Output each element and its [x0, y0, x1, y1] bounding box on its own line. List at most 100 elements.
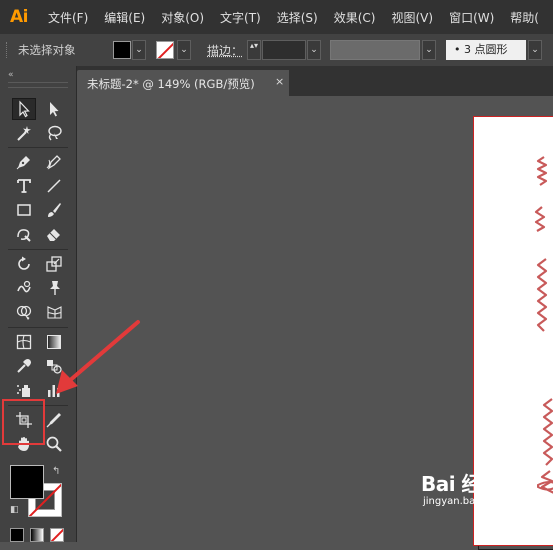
zigzag-stroke: [536, 156, 548, 186]
menu-object[interactable]: 对象(O): [153, 9, 212, 26]
tool-separator: [8, 147, 68, 148]
menu-type[interactable]: 文字(T): [212, 9, 269, 26]
paintbrush-tool[interactable]: [42, 199, 66, 221]
menu-bar: Ai 文件(F) 编辑(E) 对象(O) 文字(T) 选择(S) 效果(C) 视…: [0, 0, 553, 34]
stroke-weight-field[interactable]: [262, 40, 306, 60]
pushpin-icon: [50, 281, 60, 295]
rectangle-icon: [17, 204, 31, 216]
stroke-swatch[interactable]: [156, 41, 174, 59]
canvas-area[interactable]: Bai 经验 jingyan.baidu.com: [77, 96, 553, 550]
type-tool[interactable]: [12, 175, 36, 197]
panel-grip[interactable]: [6, 42, 9, 58]
warp-tool[interactable]: [12, 277, 36, 299]
watermark-url: jingyan.baidu.com: [423, 496, 516, 507]
menu-help[interactable]: 帮助(: [502, 9, 547, 26]
zoom-tool[interactable]: [42, 433, 66, 455]
scale-icon: [46, 256, 62, 272]
tool-separator: [8, 249, 68, 250]
selection-status: 未选择对象: [18, 43, 76, 57]
selection-arrow-icon: [19, 100, 30, 118]
shape-builder-tool[interactable]: [12, 301, 36, 323]
watermark-main: Bai 经验: [421, 472, 501, 496]
control-bar: 未选择对象 ⌄ ⌄ 描边： ▴▾ ⌄ ⌄ • 3 点圆形 ⌄: [0, 34, 553, 67]
slice-tool[interactable]: [42, 409, 66, 431]
eraser-icon: [47, 229, 60, 241]
stroke-weight-dropdown[interactable]: ⌄: [307, 40, 321, 60]
profile-dropdown[interactable]: ⌄: [422, 40, 436, 60]
menu-window[interactable]: 窗口(W): [441, 9, 502, 26]
line-segment-tool[interactable]: [42, 175, 66, 197]
none-mode-button[interactable]: [50, 528, 64, 542]
gradient-icon: [47, 335, 61, 349]
zigzag-stroke: [534, 206, 546, 232]
document-tab-bar: 未标题-2* @ 149% (RGB/预览) ×: [77, 66, 553, 96]
default-fill-stroke-icon[interactable]: ◧: [10, 505, 19, 515]
symbol-sprayer-tool[interactable]: [12, 379, 36, 401]
tools-panel: « ↰ ◧: [0, 66, 77, 542]
eyedropper-tool[interactable]: [12, 355, 36, 377]
mesh-icon: [16, 334, 32, 350]
menu-file[interactable]: 文件(F): [40, 9, 96, 26]
fill-dropdown[interactable]: ⌄: [132, 40, 146, 60]
color-mode-button[interactable]: [10, 528, 24, 542]
brush-definition[interactable]: • 3 点圆形: [446, 40, 526, 60]
magic-wand-tool[interactable]: [12, 122, 36, 144]
variable-width-profile[interactable]: [330, 40, 420, 60]
symbol-sprayer-icon: [17, 385, 30, 397]
tool-separator: [8, 327, 68, 328]
close-icon[interactable]: ×: [275, 75, 284, 88]
slice-knife-icon: [46, 413, 61, 428]
menu-edit[interactable]: 编辑(E): [96, 9, 153, 26]
pen-icon: [16, 156, 30, 170]
menu-effect[interactable]: 效果(C): [326, 9, 384, 26]
column-graph-icon: [48, 385, 60, 397]
shape-builder-icon: [16, 305, 32, 320]
brush-dropdown[interactable]: ⌄: [528, 40, 542, 60]
shaper-icon: [17, 229, 31, 242]
warp-icon: [17, 280, 31, 293]
mesh-tool[interactable]: [12, 331, 36, 353]
line-icon: [47, 179, 61, 193]
watermark: Bai 经验 jingyan.baidu.com: [421, 468, 515, 507]
scale-tool[interactable]: [42, 253, 66, 275]
eyedropper-icon: [17, 359, 31, 373]
column-graph-tool[interactable]: [42, 379, 66, 401]
pen-tool[interactable]: [12, 151, 36, 173]
paintbrush-icon: [48, 203, 61, 217]
app-logo: Ai: [10, 7, 28, 27]
direct-selection-arrow-icon: [50, 102, 59, 117]
blend-icon: [47, 360, 62, 374]
stroke-weight-spinner[interactable]: ▴▾: [247, 40, 261, 60]
lasso-icon: [48, 125, 62, 141]
stroke-label[interactable]: 描边：: [207, 42, 243, 59]
blend-tool[interactable]: [42, 355, 66, 377]
lasso-tool[interactable]: [42, 122, 66, 144]
panel-grip[interactable]: [8, 82, 68, 88]
puppet-warp-tool[interactable]: [42, 277, 66, 299]
gradient-mode-button[interactable]: [30, 528, 44, 542]
direct-selection-tool[interactable]: [42, 98, 66, 120]
zigzag-stroke: [542, 398, 553, 466]
selection-tool[interactable]: [12, 98, 36, 120]
magic-wand-icon: [17, 126, 31, 141]
swap-fill-stroke-icon[interactable]: ↰: [52, 466, 60, 477]
curvature-tool[interactable]: [42, 151, 66, 173]
gradient-tool[interactable]: [42, 331, 66, 353]
stroke-dropdown[interactable]: ⌄: [177, 40, 191, 60]
fill-color-box[interactable]: [10, 465, 44, 499]
menu-view[interactable]: 视图(V): [383, 9, 441, 26]
curvature-pen-icon: [46, 155, 61, 170]
zigzag-stroke: [536, 258, 548, 332]
rotate-tool[interactable]: [12, 253, 36, 275]
fill-swatch[interactable]: [113, 41, 131, 59]
perspective-grid-tool[interactable]: [42, 301, 66, 323]
type-icon: [17, 179, 31, 193]
document-tab[interactable]: 未标题-2* @ 149% (RGB/预览) ×: [77, 70, 289, 96]
menu-select[interactable]: 选择(S): [269, 9, 326, 26]
collapse-icon[interactable]: «: [8, 70, 14, 80]
document-tab-title: 未标题-2* @ 149% (RGB/预览): [87, 77, 255, 91]
eraser-tool[interactable]: [42, 223, 66, 245]
color-mode-row: [10, 528, 64, 542]
shaper-tool[interactable]: [12, 223, 36, 245]
rectangle-tool[interactable]: [12, 199, 36, 221]
